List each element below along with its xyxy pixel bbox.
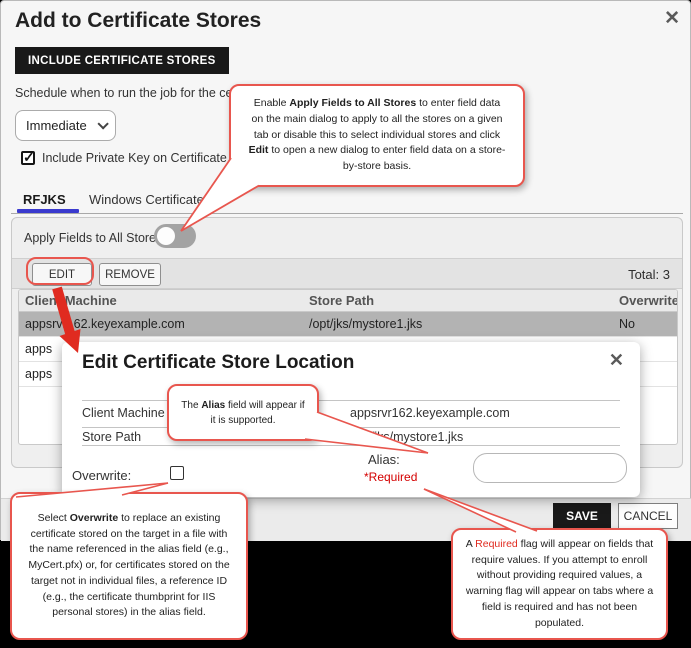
- callout-alias: The Alias field will appear if it is sup…: [167, 384, 319, 441]
- callout-required: A Required flag will appear on fields th…: [451, 528, 668, 640]
- callout-apply-fields: Enable Apply Fields to All Stores to ent…: [229, 84, 525, 187]
- page: { "colors": { "annotation_red": "#e8564e…: [0, 0, 691, 648]
- column-header-client-machine[interactable]: Client Machine: [19, 293, 303, 308]
- save-button[interactable]: SAVE: [553, 503, 611, 529]
- close-icon[interactable]: ✕: [609, 350, 624, 371]
- client-machine-label: Client Machine: [82, 406, 165, 420]
- divider: [82, 400, 620, 401]
- schedule-label: Schedule when to run the job for the cer…: [15, 86, 231, 100]
- schedule-select[interactable]: Immediate: [15, 110, 116, 141]
- cell-store-path: /opt/jks/mystore1.jks: [303, 317, 613, 331]
- private-key-checkbox-label: Include Private Key on Certificate Sto: [42, 151, 254, 165]
- table-header: Client Machine Store Path Overwrite: [19, 290, 677, 312]
- edit-certificate-store-location-dialog: Edit Certificate Store Location ✕ Client…: [62, 342, 640, 497]
- table-row[interactable]: appsrvr162.keyexample.com /opt/jks/mysto…: [19, 312, 677, 337]
- apply-fields-toggle[interactable]: [154, 224, 196, 248]
- callout-overwrite-text: Select Overwrite to replace an existing …: [24, 511, 234, 621]
- cancel-button[interactable]: CANCEL: [618, 503, 678, 529]
- store-path-label: Store Path: [82, 430, 141, 444]
- tab-divider: [11, 213, 683, 214]
- close-icon[interactable]: ✕: [664, 7, 680, 30]
- toggle-knob: [157, 227, 175, 245]
- overwrite-checkbox[interactable]: [170, 466, 184, 480]
- callout-apply-fields-text: Enable Apply Fields to All Stores to ent…: [247, 96, 507, 175]
- column-header-store-path[interactable]: Store Path: [303, 293, 613, 308]
- private-key-checkbox-row: Include Private Key on Certificate Sto: [21, 151, 254, 165]
- callout-overwrite: Select Overwrite to replace an existing …: [10, 492, 248, 640]
- chevron-down-icon: [97, 118, 108, 129]
- divider: [82, 445, 620, 446]
- edit-button[interactable]: EDIT: [32, 263, 92, 286]
- apply-fields-toggle-label: Apply Fields to All Stores: [24, 231, 162, 245]
- schedule-select-value: Immediate: [26, 118, 97, 133]
- overwrite-label: Overwrite:: [72, 468, 131, 483]
- remove-button[interactable]: REMOVE: [99, 263, 161, 286]
- table-toolbar: EDIT REMOVE Total: 3: [12, 258, 682, 289]
- tab-rfjks[interactable]: RFJKS: [23, 192, 66, 207]
- store-path-value: /opt/jks/mystore1.jks: [350, 430, 463, 444]
- divider: [82, 427, 620, 428]
- required-flag: *Required: [364, 470, 417, 484]
- client-machine-value: appsrvr162.keyexample.com: [350, 406, 510, 420]
- include-certificate-stores-button[interactable]: INCLUDE CERTIFICATE STORES: [15, 47, 229, 74]
- tab-windows-certificate[interactable]: Windows Certificate: [89, 192, 204, 207]
- callout-required-text: A Required flag will appear on fields th…: [461, 537, 658, 632]
- cell-client-machine: appsrvr162.keyexample.com: [19, 317, 303, 331]
- private-key-checkbox[interactable]: [21, 151, 35, 165]
- callout-alias-text: The Alias field will appear if it is sup…: [179, 398, 307, 428]
- page-title: Add to Certificate Stores: [15, 9, 261, 33]
- alias-input[interactable]: [473, 453, 627, 483]
- total-count: Total: 3: [628, 267, 670, 282]
- column-header-overwrite[interactable]: Overwrite: [613, 293, 677, 308]
- edit-dialog-title: Edit Certificate Store Location: [82, 352, 354, 374]
- alias-label: Alias:: [368, 452, 400, 467]
- cell-overwrite: No: [613, 317, 677, 331]
